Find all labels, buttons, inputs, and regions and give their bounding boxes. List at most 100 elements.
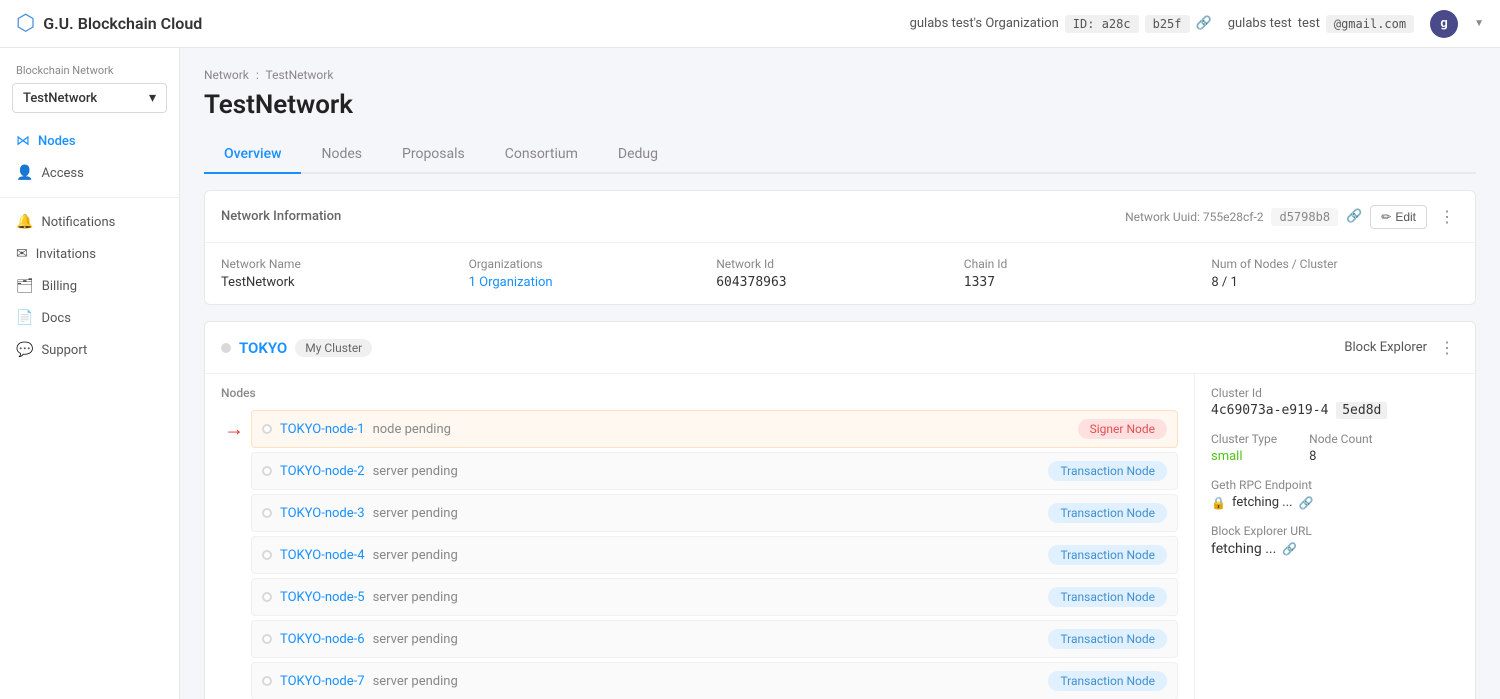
tab-debug[interactable]: Dedug bbox=[598, 136, 678, 174]
node-name-node-1[interactable]: TOKYO-node-1 bbox=[280, 422, 365, 437]
header-right: gulabs test's Organization ID: a28c b25f… bbox=[910, 10, 1484, 38]
node-name-node-2[interactable]: TOKYO-node-2 bbox=[280, 464, 365, 479]
cluster-type-section: Cluster Type small bbox=[1211, 432, 1277, 464]
node-row-node-4: TOKYO-node-4server pendingTransaction No… bbox=[251, 536, 1178, 574]
node-row-node-5: TOKYO-node-5 server pending Transaction No… bbox=[251, 578, 1178, 616]
node-row-left-node-6: TOKYO-node-6 server pending bbox=[262, 632, 458, 647]
breadcrumb-part1: Network bbox=[204, 68, 249, 82]
org-info: gulabs test's Organization ID: a28c b25f… bbox=[910, 15, 1212, 33]
node-row-left-node-2: TOKYO-node-2 server pending bbox=[262, 464, 458, 479]
lock-icon: 🔒 bbox=[1211, 496, 1226, 510]
support-icon: 💬 bbox=[16, 342, 33, 358]
geth-rpc-link-icon[interactable]: 🔗 bbox=[1299, 496, 1314, 510]
cluster-id-suffix: 5ed8d bbox=[1336, 402, 1387, 419]
cluster-id-section: Cluster Id 4c69073a-e919-4 5ed8d bbox=[1211, 386, 1459, 418]
network-name-value: TestNetwork bbox=[221, 275, 469, 290]
cluster-badge: My Cluster bbox=[295, 339, 372, 357]
tab-consortium[interactable]: Consortium bbox=[485, 136, 598, 174]
copy-uuid-icon[interactable]: 🔗 bbox=[1346, 209, 1362, 224]
chain-id-label: Chain Id bbox=[964, 257, 1212, 271]
sidebar-item-access[interactable]: 👤 Access bbox=[0, 157, 179, 189]
network-info-header-right: Network Uuid: 755e28cf-2 d5798b8 🔗 ✏ Edi… bbox=[1125, 203, 1459, 230]
network-info-header: Network Information Network Uuid: 755e28… bbox=[205, 191, 1475, 243]
sidebar-access-label: Access bbox=[41, 166, 83, 181]
node-status-dot-node-1 bbox=[262, 424, 272, 434]
sidebar-item-support[interactable]: 💬 Support bbox=[0, 334, 179, 366]
nodes-panel-title: Nodes bbox=[221, 386, 1178, 400]
node-status-dot-node-5 bbox=[262, 592, 272, 602]
sidebar-item-nodes[interactable]: ⋈ Nodes bbox=[0, 125, 179, 157]
col-organizations: Organizations 1 Organization bbox=[469, 257, 717, 290]
node-status-node-6: server pending bbox=[373, 632, 458, 647]
user-info: gulabs test test @gmail.com bbox=[1228, 15, 1414, 33]
num-nodes-value: 8 / 1 bbox=[1211, 275, 1459, 290]
block-explorer-link[interactable]: Block Explorer bbox=[1344, 340, 1427, 355]
logo-icon: ⬡ bbox=[16, 11, 35, 36]
breadcrumb-part2: TestNetwork bbox=[266, 68, 334, 82]
block-explorer-url-link-icon[interactable]: 🔗 bbox=[1282, 542, 1297, 556]
network-selector[interactable]: TestNetwork ▾ bbox=[12, 83, 167, 113]
node-status-dot-node-2 bbox=[262, 466, 272, 476]
node-name-node-7[interactable]: TOKYO-node-7 bbox=[280, 674, 365, 689]
node-status-dot-node-3 bbox=[262, 508, 272, 518]
col-network-id: Network Id 604378963 bbox=[716, 257, 964, 290]
node-row-node-6: TOKYO-node-6server pendingTransaction No… bbox=[251, 620, 1178, 658]
node-row-node-2: TOKYO-node-2server pendingTransaction No… bbox=[251, 452, 1178, 490]
copy-org-id-icon[interactable]: 🔗 bbox=[1196, 16, 1212, 31]
sidebar: Blockchain Network TestNetwork ▾ ⋈ Nodes… bbox=[0, 48, 180, 699]
edit-button[interactable]: ✏ Edit bbox=[1370, 205, 1427, 229]
cluster-body: Nodes →TOKYO-node-1node pendingSigner No… bbox=[205, 374, 1475, 699]
tab-proposals[interactable]: Proposals bbox=[382, 136, 485, 174]
sidebar-item-invitations[interactable]: ✉ Invitations bbox=[0, 238, 179, 270]
node-status-node-2: server pending bbox=[373, 464, 458, 479]
sidebar-support-label: Support bbox=[41, 343, 87, 358]
nodes-icon: ⋈ bbox=[16, 133, 30, 149]
sidebar-item-docs[interactable]: 📄 Docs bbox=[0, 302, 179, 334]
node-badge-node-1: Signer Node bbox=[1078, 419, 1167, 439]
network-selector-chevron-icon: ▾ bbox=[149, 90, 156, 106]
network-info-grid: Network Name TestNetwork Organizations 1… bbox=[221, 257, 1459, 290]
edit-pencil-icon: ✏ bbox=[1381, 210, 1391, 224]
cluster-id-value: 4c69073a-e919-4 5ed8d bbox=[1211, 403, 1459, 418]
node-badge-node-3: Transaction Node bbox=[1048, 503, 1167, 523]
tab-nodes[interactable]: Nodes bbox=[301, 136, 382, 174]
sidebar-nodes-label: Nodes bbox=[38, 134, 76, 149]
page-title: TestNetwork bbox=[204, 90, 1476, 120]
sidebar-item-notifications[interactable]: 🔔 Notifications bbox=[0, 206, 179, 238]
cluster-more-options-icon[interactable]: ⋮ bbox=[1435, 334, 1459, 361]
geth-rpc-label: Geth RPC Endpoint bbox=[1211, 478, 1459, 492]
sidebar-invitations-label: Invitations bbox=[36, 247, 96, 262]
node-name-node-5[interactable]: TOKYO-node-5 bbox=[280, 590, 365, 605]
sidebar-notifications-label: Notifications bbox=[41, 215, 115, 230]
network-info-card: Network Information Network Uuid: 755e28… bbox=[204, 190, 1476, 305]
node-status-node-7: server pending bbox=[373, 674, 458, 689]
block-explorer-url-section: Block Explorer URL fetching ... 🔗 bbox=[1211, 524, 1459, 557]
node-status-node-4: server pending bbox=[373, 548, 458, 563]
col-network-name: Network Name TestNetwork bbox=[221, 257, 469, 290]
node-badge-node-5: Transaction Node bbox=[1048, 587, 1167, 607]
cluster-info-panel: Cluster Id 4c69073a-e919-4 5ed8d Cluster… bbox=[1195, 374, 1475, 699]
node-badge-node-7: Transaction Node bbox=[1048, 671, 1167, 691]
more-options-icon[interactable]: ⋮ bbox=[1435, 203, 1459, 230]
cluster-header-left: TOKYO My Cluster bbox=[221, 339, 372, 357]
node-name-node-4[interactable]: TOKYO-node-4 bbox=[280, 548, 365, 563]
node-name-node-6[interactable]: TOKYO-node-6 bbox=[280, 632, 365, 647]
orgs-value[interactable]: 1 Organization bbox=[469, 275, 717, 290]
cluster-type-label: Cluster Type bbox=[1211, 432, 1277, 446]
network-name-label: Network Name bbox=[221, 257, 469, 271]
org-id-suffix: b25f bbox=[1145, 15, 1190, 33]
cluster-status-indicator bbox=[221, 343, 231, 353]
network-info-title: Network Information bbox=[221, 209, 341, 224]
network-uuid-suffix: d5798b8 bbox=[1271, 208, 1338, 226]
avatar-dropdown-icon[interactable]: ▼ bbox=[1474, 18, 1484, 29]
node-status-node-5: server pending bbox=[373, 590, 458, 605]
sidebar-item-billing[interactable]: 🗂 Billing bbox=[0, 270, 179, 302]
node-name-node-3[interactable]: TOKYO-node-3 bbox=[280, 506, 365, 521]
sidebar-docs-label: Docs bbox=[41, 311, 70, 326]
tab-overview[interactable]: Overview bbox=[204, 136, 301, 174]
col-chain-id: Chain Id 1337 bbox=[964, 257, 1212, 290]
cluster-id-label: Cluster Id bbox=[1211, 386, 1459, 400]
avatar[interactable]: g bbox=[1430, 10, 1458, 38]
invitations-icon: ✉ bbox=[16, 246, 28, 262]
node-status-node-1: node pending bbox=[373, 422, 451, 437]
